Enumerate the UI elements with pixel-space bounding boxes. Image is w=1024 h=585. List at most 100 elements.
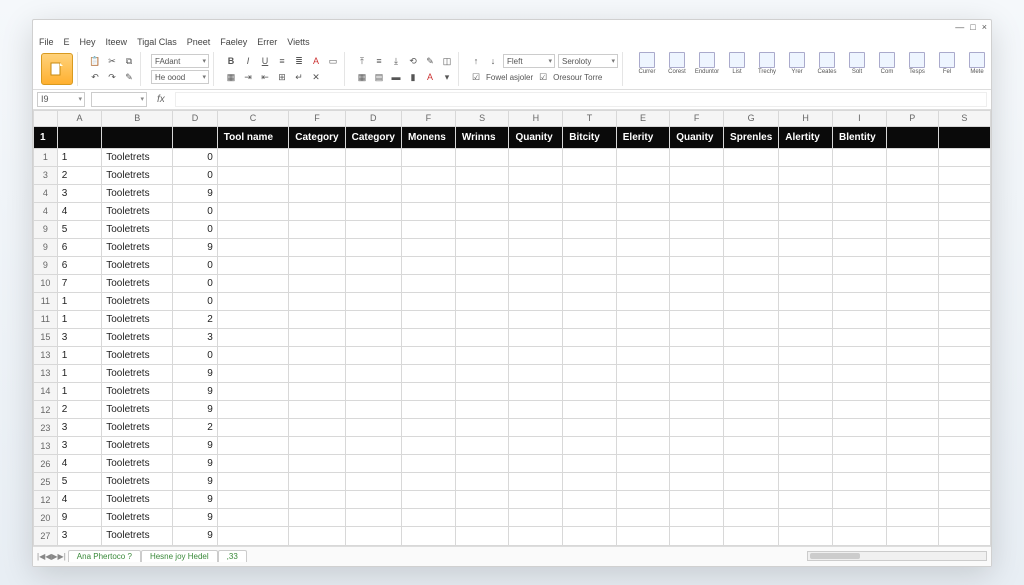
cell[interactable] (886, 527, 938, 545)
cell[interactable] (509, 364, 563, 382)
cell[interactable] (401, 328, 455, 346)
cell[interactable]: Tooletrets (102, 419, 173, 437)
cell[interactable] (670, 184, 724, 202)
cell[interactable] (832, 202, 886, 220)
cell[interactable] (455, 292, 509, 310)
cell[interactable] (670, 220, 724, 238)
cell[interactable] (509, 202, 563, 220)
eraser-icon[interactable]: ◫ (440, 54, 454, 68)
row-header[interactable]: 12 (34, 491, 58, 509)
cell[interactable]: 3 (57, 328, 101, 346)
cell[interactable] (563, 527, 616, 545)
ribbon-ceates-button[interactable]: Ceates (813, 52, 841, 75)
cell[interactable] (563, 256, 616, 274)
cell[interactable] (401, 256, 455, 274)
cell[interactable] (455, 256, 509, 274)
cell[interactable] (455, 238, 509, 256)
sheet-tab[interactable]: Ana Phertoco ? (68, 550, 141, 562)
cell[interactable]: 9 (173, 509, 218, 527)
cell[interactable]: 0 (173, 220, 218, 238)
col-header-8[interactable]: H (509, 110, 563, 126)
ribbon-mete-button[interactable]: Mete (963, 52, 991, 75)
cell[interactable] (289, 473, 345, 491)
ribbon-com-button[interactable]: Com (873, 52, 901, 75)
checkbox-merge-icon[interactable]: ☑ (469, 70, 483, 84)
cell[interactable] (217, 527, 289, 545)
row-header[interactable]: 14 (34, 382, 58, 400)
cell[interactable] (724, 382, 779, 400)
undo-icon[interactable]: ↶ (88, 70, 102, 84)
cell[interactable]: 2 (173, 310, 218, 328)
cell[interactable] (779, 509, 833, 527)
cell[interactable] (779, 166, 833, 184)
cell[interactable] (509, 256, 563, 274)
cell[interactable] (670, 346, 724, 364)
close-button[interactable]: × (982, 22, 987, 32)
cell[interactable] (779, 148, 833, 166)
cell[interactable] (509, 328, 563, 346)
cell[interactable] (938, 455, 990, 473)
cell[interactable] (779, 346, 833, 364)
cell[interactable] (509, 382, 563, 400)
cell[interactable] (616, 491, 669, 509)
cell[interactable] (455, 310, 509, 328)
cell[interactable] (289, 491, 345, 509)
cell[interactable] (938, 364, 990, 382)
cell[interactable] (401, 274, 455, 292)
cell[interactable] (401, 437, 455, 455)
cell[interactable] (938, 166, 990, 184)
row-header[interactable]: 10 (34, 274, 58, 292)
cell[interactable] (938, 256, 990, 274)
cell[interactable] (938, 491, 990, 509)
cell[interactable] (509, 419, 563, 437)
cell[interactable] (509, 491, 563, 509)
cell[interactable]: 9 (173, 364, 218, 382)
cell[interactable] (832, 166, 886, 184)
cell[interactable] (832, 184, 886, 202)
sheet-tab[interactable]: ,33 (218, 550, 247, 562)
file-button[interactable] (41, 53, 73, 85)
cell[interactable] (217, 328, 289, 346)
cell[interactable] (832, 527, 886, 545)
cell[interactable]: 0 (173, 202, 218, 220)
align-left-icon[interactable]: ≡ (275, 54, 289, 68)
cell[interactable] (217, 202, 289, 220)
cell[interactable] (886, 346, 938, 364)
cell[interactable] (455, 400, 509, 418)
cell[interactable]: 0 (173, 148, 218, 166)
cell[interactable] (724, 202, 779, 220)
cell[interactable] (563, 220, 616, 238)
row-header[interactable]: 27 (34, 527, 58, 545)
cell[interactable] (886, 202, 938, 220)
cell[interactable]: Tooletrets (102, 509, 173, 527)
cell[interactable] (886, 220, 938, 238)
wrap-select[interactable]: Seroloty (558, 54, 618, 68)
cell[interactable] (401, 220, 455, 238)
cell[interactable] (289, 310, 345, 328)
col-header-15[interactable]: P (886, 110, 938, 126)
cell[interactable] (779, 292, 833, 310)
cell[interactable] (832, 473, 886, 491)
cell[interactable] (217, 256, 289, 274)
cell[interactable]: 4 (57, 202, 101, 220)
col-header-4[interactable]: F (289, 110, 345, 126)
cell[interactable] (563, 274, 616, 292)
cell[interactable] (509, 274, 563, 292)
cell[interactable] (345, 274, 401, 292)
cell[interactable] (616, 473, 669, 491)
cell[interactable]: 0 (173, 166, 218, 184)
cell[interactable] (886, 491, 938, 509)
cell[interactable] (401, 292, 455, 310)
cell[interactable] (779, 455, 833, 473)
cell[interactable] (509, 310, 563, 328)
cell[interactable] (345, 491, 401, 509)
cell[interactable] (401, 382, 455, 400)
cell[interactable] (670, 148, 724, 166)
cell[interactable] (670, 202, 724, 220)
merge-icon[interactable]: ⊞ (275, 70, 289, 84)
cell[interactable] (670, 166, 724, 184)
cell[interactable]: 2 (57, 166, 101, 184)
cell[interactable] (289, 364, 345, 382)
cell[interactable] (938, 346, 990, 364)
sheet-tab[interactable]: Hesne joy Hedel (141, 550, 218, 562)
